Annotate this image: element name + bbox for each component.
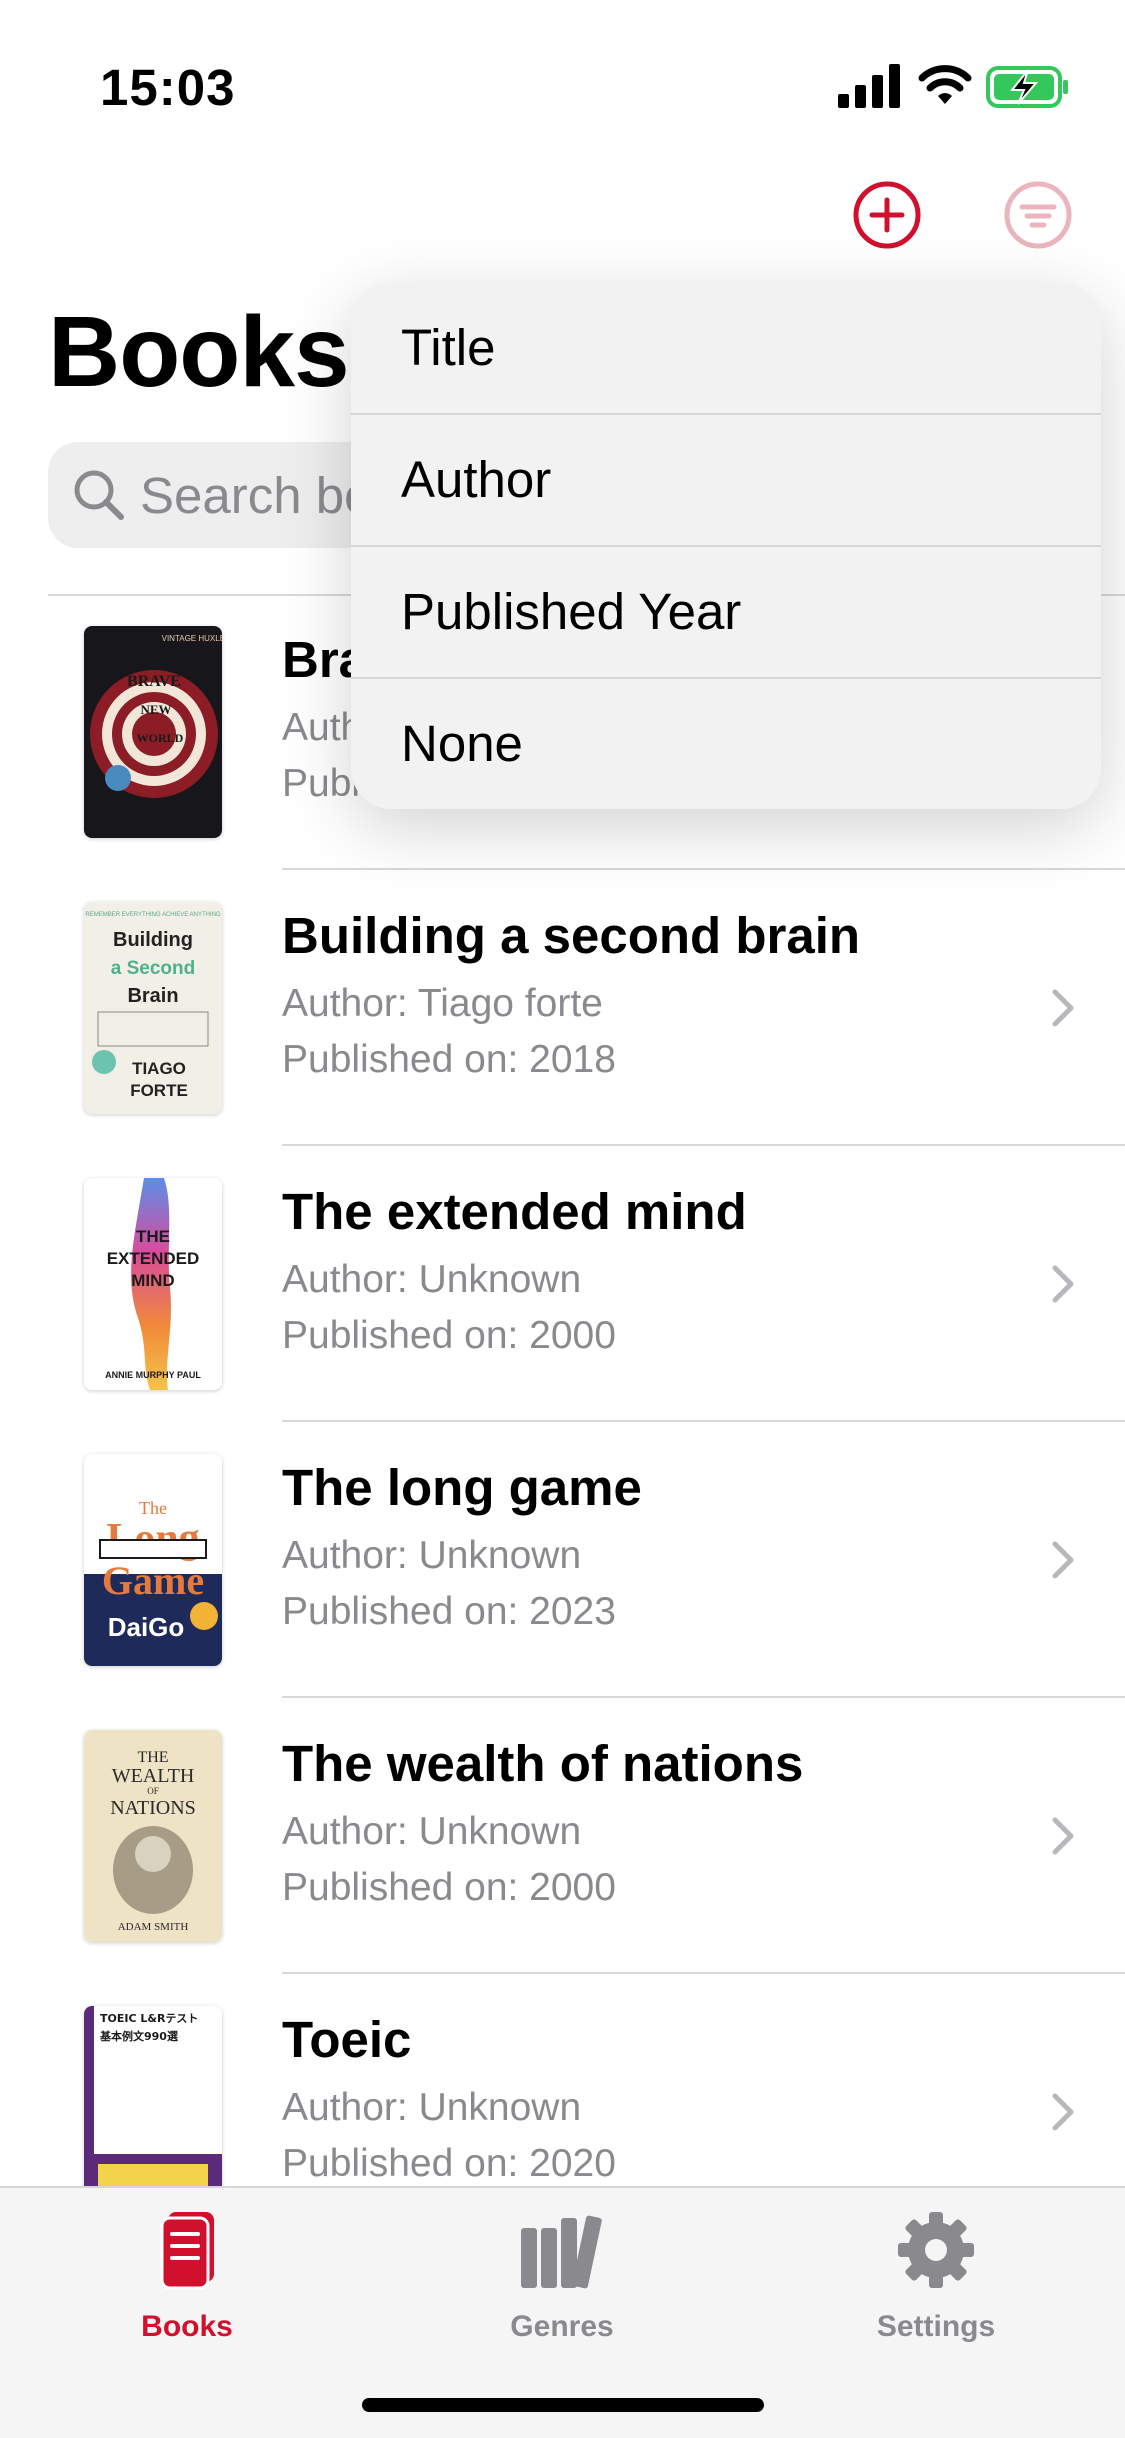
book-list: VINTAGE HUXLEY BRAVE NEW WORLD Brave new… — [0, 594, 1125, 2250]
svg-text:TOEIC L&Rテスト: TOEIC L&Rテスト — [100, 2012, 198, 2025]
battery-charging-icon — [986, 66, 1068, 108]
book-cover-image: The Long Game DaiGo — [84, 1454, 222, 1666]
book-published-year: Published on: 2000 — [282, 1314, 616, 1357]
book-row[interactable]: THE WEALTH OF NATIONS ADAM SMITH The wea… — [0, 1698, 1125, 1974]
gear-icon — [898, 2212, 974, 2288]
book-title: Building a second brain — [282, 907, 861, 964]
tab-settings[interactable]: Settings — [811, 2208, 1061, 2358]
book-title: The extended mind — [282, 1183, 747, 1240]
svg-text:FORTE: FORTE — [130, 1081, 188, 1100]
svg-text:The: The — [139, 1498, 167, 1518]
svg-text:ANNIE MURPHY PAUL: ANNIE MURPHY PAUL — [105, 1370, 201, 1380]
sort-option-title[interactable]: Title — [351, 283, 1101, 415]
book-title: The long game — [282, 1459, 642, 1516]
home-indicator — [362, 2398, 764, 2412]
page-title: Books — [48, 296, 350, 408]
search-icon — [74, 470, 124, 520]
svg-text:OF: OF — [147, 1786, 159, 1796]
svg-text:DaiGo: DaiGo — [108, 1612, 185, 1642]
book-author: Author: Tiago forte — [282, 982, 603, 1025]
svg-text:NATIONS: NATIONS — [110, 1797, 196, 1819]
sort-filter-button[interactable] — [1003, 180, 1073, 250]
svg-text:REMEMBER EVERYTHING ACHIEVE AN: REMEMBER EVERYTHING ACHIEVE ANYTHING — [85, 912, 221, 918]
chevron-right-icon — [1052, 1541, 1074, 1579]
status-time: 15:03 — [100, 59, 236, 116]
book-author: Author: Unknown — [282, 1810, 582, 1853]
book-author: Author: Unknown — [282, 1534, 582, 1577]
svg-text:NEW: NEW — [140, 702, 171, 717]
sort-option-author[interactable]: Author — [351, 415, 1101, 547]
tab-genres-label: Genres — [510, 2310, 614, 2343]
sort-menu: Title Author Published Year None — [351, 283, 1101, 809]
svg-text:基本例文990選: 基本例文990選 — [99, 2029, 178, 2043]
book-cover-image: THE EXTENDED MIND ANNIE MURPHY PAUL — [84, 1178, 222, 1390]
svg-text:a Second: a Second — [111, 958, 195, 979]
svg-text:MIND: MIND — [131, 1271, 174, 1290]
status-bar: 15:03 — [0, 0, 1125, 150]
book-published-year: Published on: 2018 — [282, 1038, 616, 1081]
svg-text:Building: Building — [113, 929, 193, 951]
cellular-signal-icon — [838, 64, 900, 108]
books-shelf-icon — [521, 2215, 602, 2289]
add-book-button[interactable] — [852, 180, 922, 250]
sort-option-none[interactable]: None — [351, 679, 1101, 809]
svg-text:ADAM SMITH: ADAM SMITH — [118, 1921, 189, 1933]
book-row[interactable]: REMEMBER EVERYTHING ACHIEVE ANYTHING Bui… — [0, 870, 1125, 1146]
book-row[interactable]: The Long Game DaiGo The long game Author… — [0, 1422, 1125, 1698]
book-author: Author: Unknown — [282, 1258, 582, 1301]
book-cover-image: REMEMBER EVERYTHING ACHIEVE ANYTHING Bui… — [84, 902, 222, 1114]
book-published-year: Published on: 2020 — [282, 2142, 616, 2185]
book-row[interactable]: THE EXTENDED MIND ANNIE MURPHY PAUL The … — [0, 1146, 1125, 1422]
chevron-right-icon — [1052, 989, 1074, 1027]
svg-text:THE: THE — [137, 1749, 168, 1766]
chevron-right-icon — [1052, 2093, 1074, 2131]
svg-text:BRAVE: BRAVE — [127, 673, 181, 690]
svg-text:TIAGO: TIAGO — [132, 1059, 186, 1078]
book-cover-image: THE WEALTH OF NATIONS ADAM SMITH — [84, 1730, 222, 1942]
sort-option-published-year[interactable]: Published Year — [351, 547, 1101, 679]
book-cover-image: VINTAGE HUXLEY BRAVE NEW WORLD — [84, 626, 222, 838]
svg-text:Brain: Brain — [127, 985, 178, 1007]
chevron-right-icon — [1052, 1265, 1074, 1303]
svg-text:VINTAGE HUXLEY: VINTAGE HUXLEY — [162, 634, 222, 643]
book-icon — [160, 2212, 214, 2290]
tab-genres[interactable]: Genres — [437, 2208, 687, 2358]
book-author: Author: Unknown — [282, 2086, 582, 2129]
book-title: The wealth of nations — [282, 1735, 804, 1792]
tab-settings-label: Settings — [876, 2310, 996, 2343]
book-published-year: Published on: 2023 — [282, 1590, 616, 1633]
svg-text:WORLD: WORLD — [137, 731, 184, 745]
svg-text:THE: THE — [136, 1227, 170, 1246]
book-title: Toeic — [282, 2011, 412, 2068]
chevron-right-icon — [1052, 1817, 1074, 1855]
tab-books-label: Books — [141, 2310, 233, 2343]
svg-text:WEALTH: WEALTH — [112, 1765, 195, 1787]
book-published-year: Published on: 2000 — [282, 1866, 616, 1909]
svg-text:EXTENDED: EXTENDED — [107, 1249, 200, 1268]
svg-text:Game: Game — [102, 1558, 204, 1603]
wifi-icon — [918, 65, 972, 104]
tab-books[interactable]: Books — [62, 2208, 312, 2358]
